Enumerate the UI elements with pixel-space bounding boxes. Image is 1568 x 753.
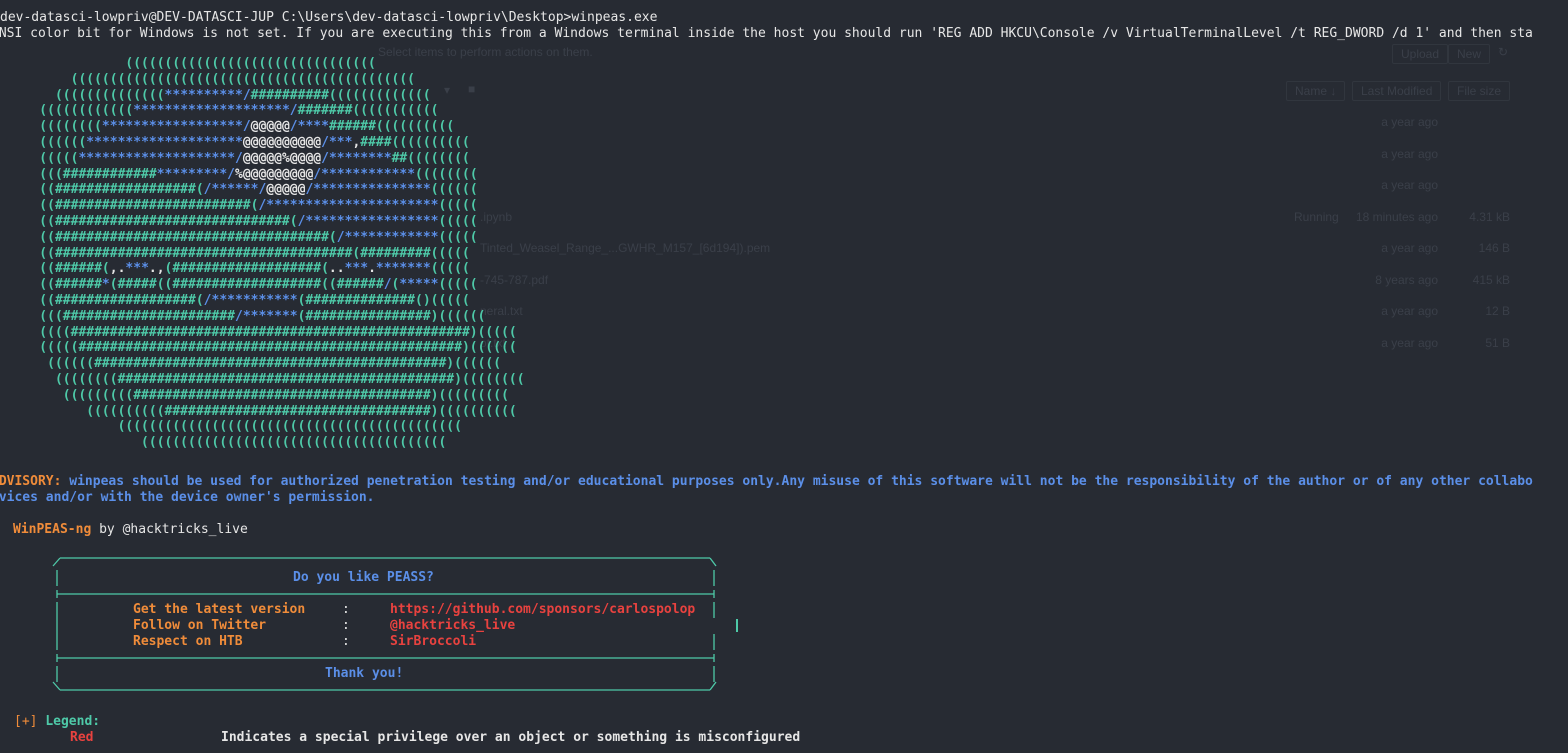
peass-row: Get the latest version [133, 602, 305, 618]
htb-handle: SirBroccoli [390, 634, 477, 649]
peass-row-key: Follow on Twitter [133, 618, 267, 633]
peass-row-colon: : [342, 602, 350, 617]
peass-row-key: Get the latest version [133, 602, 306, 617]
legend-title: Legend: [45, 714, 101, 729]
legend-item-description: Indicates a special privilege over an ob… [221, 730, 801, 745]
terminal-window[interactable]: Select items to perform actions on them.… [0, 0, 1568, 753]
peass-row-colon: : [342, 618, 350, 633]
legend-marker: [+] [14, 714, 38, 729]
legend-header: [+] Legend: [14, 714, 100, 730]
peass-row-colon: : [342, 634, 350, 649]
peass-box-thanks: Thank you! [325, 666, 404, 681]
sponsor-link[interactable]: https://github.com/sponsors/carlospolop [390, 602, 695, 618]
peass-row: Follow on Twitter [133, 618, 266, 634]
twitter-handle: @hacktricks_live [390, 618, 516, 633]
peass-row: Respect on HTB [133, 634, 243, 650]
legend-item-key: Red [70, 730, 94, 745]
peass-row-key: Respect on HTB [133, 634, 243, 649]
text-cursor [736, 619, 738, 632]
peass-box-title: Do you like PEASS? [293, 570, 434, 585]
